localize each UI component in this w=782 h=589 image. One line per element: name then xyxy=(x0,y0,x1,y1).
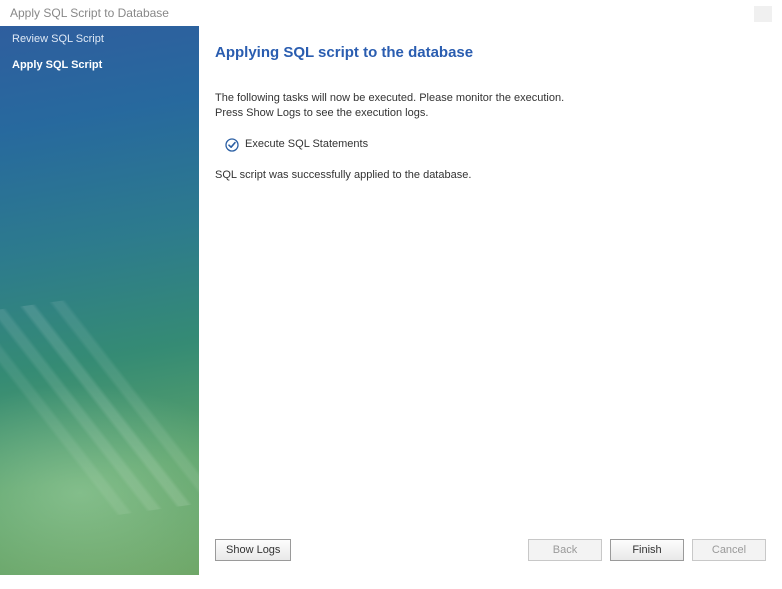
main-panel: Applying SQL script to the database The … xyxy=(199,26,782,575)
step-review-sql-script: Review SQL Script xyxy=(0,26,199,52)
cancel-button: Cancel xyxy=(692,539,766,561)
step-apply-sql-script: Apply SQL Script xyxy=(0,52,199,78)
task-row: Execute SQL Statements xyxy=(225,137,766,152)
wizard-sidebar: Review SQL Script Apply SQL Script xyxy=(0,26,199,575)
result-text: SQL script was successfully applied to t… xyxy=(215,168,766,183)
close-window-button[interactable] xyxy=(754,6,772,22)
back-button: Back xyxy=(528,539,602,561)
task-label: Execute SQL Statements xyxy=(245,137,368,152)
window-title: Apply SQL Script to Database xyxy=(10,6,169,20)
check-complete-icon xyxy=(225,138,239,152)
finish-button[interactable]: Finish xyxy=(610,539,684,561)
intro-text-line1: The following tasks will now be executed… xyxy=(215,91,766,106)
page-heading: Applying SQL script to the database xyxy=(215,44,766,61)
show-logs-button[interactable]: Show Logs xyxy=(215,539,291,561)
intro-text-line2: Press Show Logs to see the execution log… xyxy=(215,106,766,121)
